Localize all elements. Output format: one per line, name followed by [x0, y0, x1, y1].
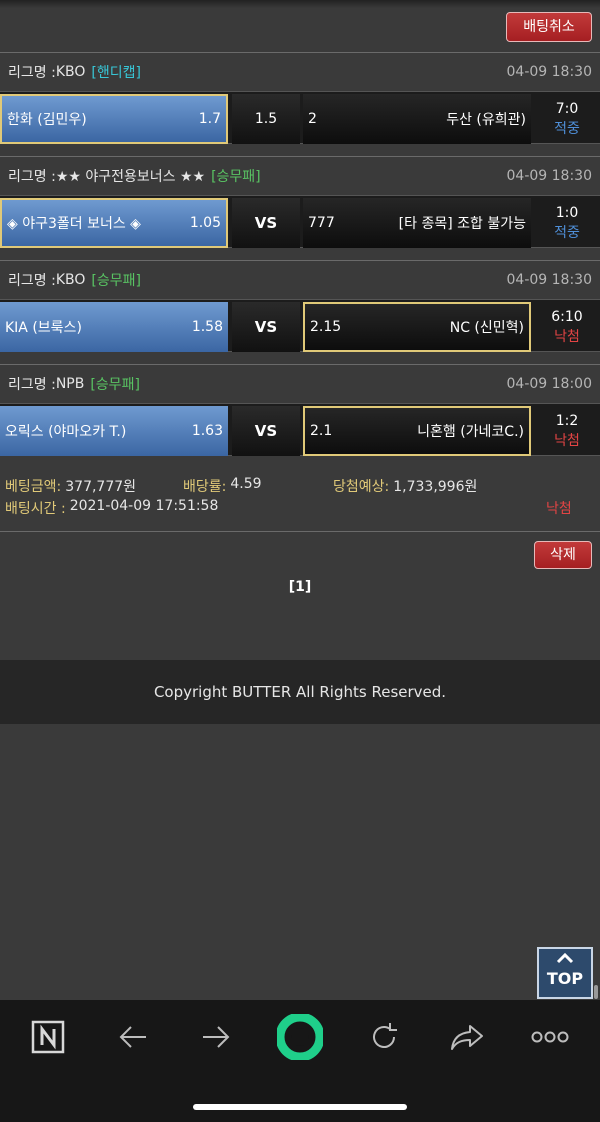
- draw-handicap-cell[interactable]: 1.5: [232, 94, 300, 144]
- home-team-button[interactable]: 오릭스 (야마오카 T.) 1.63: [0, 406, 228, 456]
- home-team-button[interactable]: ◈ 야구3폴더 보너스 ◈ 1.05: [0, 198, 228, 248]
- home-team-button[interactable]: 한화 (김민우) 1.7: [0, 94, 228, 144]
- browser-toolbar: [0, 1000, 600, 1122]
- away-team-button[interactable]: 2 두산 (유희관): [303, 94, 531, 144]
- bet-amount-value: 377,777원: [65, 479, 137, 495]
- league-name: NPB: [55, 376, 85, 392]
- odds-rate-value: 4.59: [230, 476, 262, 492]
- away-team-button[interactable]: 2.15 NC (신민혁): [303, 302, 531, 352]
- home-team-name: ◈ 야구3폴더 보너스 ◈: [7, 216, 141, 232]
- away-odds: 777: [308, 215, 335, 231]
- league-name: KBO: [55, 272, 86, 288]
- league-prefix: 리그명 :: [8, 169, 56, 185]
- top-label: TOP: [546, 969, 584, 988]
- bet-section: 리그명 : ★★ 야구전용보너스 ★★ [승무패] 04-09 18:30 ◈ …: [0, 156, 600, 248]
- top-edge: [0, 0, 600, 8]
- league-header: 리그명 : ★★ 야구전용보너스 ★★ [승무패] 04-09 18:30: [0, 156, 600, 196]
- league-header: 리그명 : KBO [승무패] 04-09 18:30: [0, 260, 600, 300]
- league-name: KBO: [55, 64, 86, 80]
- league-prefix: 리그명 :: [8, 273, 56, 289]
- match-row: ◈ 야구3폴더 보너스 ◈ 1.05 VS 777 [타 종목] 조합 불가능 …: [0, 196, 600, 248]
- expected-win-label: 당첨예상:: [333, 479, 390, 495]
- bet-result: 낙첨: [546, 501, 572, 517]
- match-time: 04-09 18:30: [506, 272, 592, 288]
- forward-arrow-icon[interactable]: [196, 1017, 236, 1057]
- score: 6:10: [551, 309, 583, 325]
- pagination[interactable]: [1]: [0, 579, 600, 595]
- match-row: 오릭스 (야마오카 T.) 1.63 VS 2.1 니혼햄 (가네코C.) 1:…: [0, 404, 600, 456]
- bet-amount-label: 베팅금액:: [5, 479, 62, 495]
- bet-section: 리그명 : KBO [핸디캡] 04-09 18:30 한화 (김민우) 1.7…: [0, 52, 600, 144]
- bet-type: [핸디캡]: [91, 65, 141, 81]
- score: 7:0: [555, 101, 579, 117]
- scroll-top-button[interactable]: TOP: [537, 947, 593, 999]
- home-team-name: KIA (브룩스): [5, 320, 82, 336]
- delete-button[interactable]: 삭제: [534, 541, 592, 569]
- match-time: 04-09 18:00: [506, 376, 592, 392]
- home-team-button[interactable]: KIA (브룩스) 1.58: [0, 302, 228, 352]
- footer-copyright: Copyright BUTTER All Rights Reserved.: [0, 660, 600, 724]
- away-team-name: NC (신민혁): [449, 320, 524, 336]
- away-odds: 2.15: [310, 319, 342, 335]
- home-odds: 1.58: [191, 319, 223, 335]
- league-prefix: 리그명 :: [8, 65, 56, 81]
- expected-win-value: 1,733,996원: [393, 479, 478, 495]
- away-team-name: 니혼햄 (가네코C.): [417, 424, 524, 440]
- score: 1:0: [555, 205, 579, 221]
- scrollbar-thumb[interactable]: [594, 985, 598, 999]
- draw-handicap-cell[interactable]: VS: [232, 406, 300, 456]
- cancel-bet-button[interactable]: 배팅취소: [506, 12, 592, 42]
- back-arrow-icon[interactable]: [113, 1017, 153, 1057]
- match-time: 04-09 18:30: [506, 64, 592, 80]
- naver-n-icon[interactable]: [28, 1017, 68, 1057]
- away-odds: 2: [308, 111, 317, 127]
- odds-rate-label: 배당률:: [183, 479, 227, 495]
- result-status: 낙첨: [554, 433, 580, 449]
- away-team-button[interactable]: 777 [타 종목] 조합 불가능: [303, 198, 531, 248]
- home-odds: 1.63: [191, 423, 223, 439]
- share-icon[interactable]: [447, 1017, 487, 1057]
- match-result: 6:10 낙첨: [534, 302, 600, 352]
- away-team-name: [타 종목] 조합 불가능: [398, 216, 526, 232]
- away-odds: 2.1: [310, 423, 333, 439]
- bet-time-label: 배팅시간 :: [5, 501, 66, 517]
- league-header: 리그명 : NPB [승무패] 04-09 18:00: [0, 364, 600, 404]
- home-team-name: 한화 (김민우): [7, 112, 87, 128]
- bet-type: [승무패]: [90, 377, 140, 393]
- away-team-name: 두산 (유희관): [446, 112, 526, 128]
- refresh-icon[interactable]: [364, 1017, 404, 1057]
- match-row: KIA (브룩스) 1.58 VS 2.15 NC (신민혁) 6:10 낙첨: [0, 300, 600, 352]
- home-odds: 1.7: [198, 111, 221, 127]
- home-odds: 1.05: [189, 215, 221, 231]
- bet-section: 리그명 : NPB [승무패] 04-09 18:00 오릭스 (야마오카 T.…: [0, 364, 600, 456]
- league-header: 리그명 : KBO [핸디캡] 04-09 18:30: [0, 52, 600, 92]
- score: 1:2: [555, 413, 579, 429]
- draw-handicap-cell[interactable]: VS: [232, 302, 300, 352]
- more-icon[interactable]: [530, 1017, 570, 1057]
- league-prefix: 리그명 :: [8, 377, 56, 393]
- match-result: 1:2 낙첨: [534, 406, 600, 456]
- chevron-up-icon: [539, 951, 591, 969]
- match-row: 한화 (김민우) 1.7 1.5 2 두산 (유희관) 7:0 적중: [0, 92, 600, 144]
- bet-summary: 베팅금액: 377,777원 배당률: 4.59 당첨예상: 1,733,996…: [0, 470, 600, 532]
- match-time: 04-09 18:30: [506, 168, 592, 184]
- result-status: 낙첨: [554, 329, 580, 345]
- bet-time-value: 2021-04-09 17:51:58: [69, 498, 219, 514]
- league-name: ★★ 야구전용보너스 ★★: [55, 169, 206, 185]
- bet-section: 리그명 : KBO [승무패] 04-09 18:30 KIA (브룩스) 1.…: [0, 260, 600, 352]
- result-status: 적중: [554, 225, 580, 241]
- result-status: 적중: [554, 121, 580, 137]
- away-team-button[interactable]: 2.1 니혼햄 (가네코C.): [303, 406, 531, 456]
- match-result: 7:0 적중: [534, 94, 600, 144]
- draw-handicap-cell[interactable]: VS: [232, 198, 300, 248]
- bet-type: [승무패]: [211, 169, 261, 185]
- home-circle-icon[interactable]: [276, 1013, 324, 1061]
- home-indicator: [193, 1104, 407, 1110]
- home-team-name: 오릭스 (야마오카 T.): [5, 424, 127, 440]
- match-result: 1:0 적중: [534, 198, 600, 248]
- bet-type: [승무패]: [91, 273, 141, 289]
